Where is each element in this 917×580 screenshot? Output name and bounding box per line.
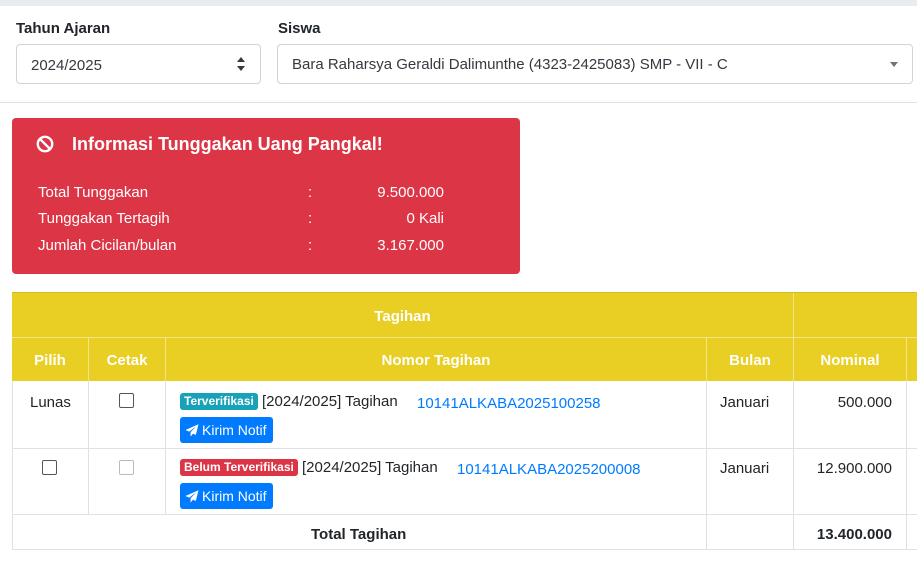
header-divider bbox=[793, 293, 794, 338]
grid-line bbox=[12, 448, 917, 449]
grid-line bbox=[12, 549, 917, 550]
siswa-select[interactable]: Bara Raharsya Geraldi Dalimunthe (4323-2… bbox=[277, 44, 913, 84]
ban-icon bbox=[36, 135, 54, 153]
col-header-bulan: Bulan bbox=[729, 352, 771, 369]
total-tagihan-value: 13.400.000 bbox=[816, 526, 892, 543]
grid-line bbox=[706, 381, 707, 550]
col-header-cetak: Cetak bbox=[106, 352, 148, 369]
alert-value: 9.500.000 bbox=[377, 184, 444, 201]
paper-plane-icon bbox=[185, 490, 199, 503]
paper-plane-icon bbox=[185, 424, 199, 437]
grid-line bbox=[12, 381, 13, 550]
pilih-checkbox[interactable] bbox=[42, 460, 57, 475]
nomor-tagihan-link[interactable]: 10141ALKABA2025100258 bbox=[417, 395, 601, 412]
alert-value: 3.167.000 bbox=[377, 237, 444, 254]
tagihan-table: Tagihan Pilih Cetak Nomor Tagihan Bulan … bbox=[12, 292, 917, 550]
tagihan-desc: [2024/2025] Tagihan bbox=[302, 459, 438, 476]
total-tagihan-label: Total Tagihan bbox=[311, 526, 407, 543]
alert-value: 0 Kali bbox=[406, 210, 444, 227]
tahun-ajaran-label: Tahun Ajaran bbox=[16, 20, 111, 37]
col-header-nominal: Nominal bbox=[820, 352, 880, 369]
alert-key: Total Tunggakan bbox=[38, 184, 149, 201]
header-divider bbox=[906, 338, 907, 382]
alert-title: Informasi Tunggakan Uang Pangkal! bbox=[72, 134, 383, 154]
kirim-notif-label: Kirim Notif bbox=[202, 488, 267, 504]
tagihan-desc: [2024/2025] Tagihan bbox=[262, 393, 398, 410]
cetak-checkbox[interactable] bbox=[119, 393, 134, 408]
alert-row-total: Total Tunggakan : 9.500.000 bbox=[38, 184, 444, 204]
kirim-notif-button[interactable]: Kirim Notif bbox=[180, 417, 273, 443]
tahun-ajaran-select[interactable]: 2024/2025 bbox=[16, 44, 261, 84]
nominal-cell: 12.900.000 bbox=[816, 460, 892, 477]
bulan-cell: Januari bbox=[720, 460, 770, 477]
sort-updown-icon bbox=[236, 56, 246, 72]
grid-line bbox=[793, 381, 794, 550]
kirim-notif-button[interactable]: Kirim Notif bbox=[180, 483, 273, 509]
caret-down-icon bbox=[890, 62, 898, 67]
table-column-headers: Pilih Cetak Nomor Tagihan Bulan Nominal bbox=[12, 337, 917, 382]
alert-key: Jumlah Cicilan/bulan bbox=[38, 237, 177, 254]
siswa-value: Bara Raharsya Geraldi Dalimunthe (4323-2… bbox=[292, 56, 728, 73]
pilih-status-lunas: Lunas bbox=[30, 394, 71, 411]
grid-line bbox=[906, 381, 907, 550]
alert-colon: : bbox=[308, 184, 313, 201]
alert-colon: : bbox=[308, 210, 313, 227]
status-badge-terverifikasi: Terverifikasi bbox=[180, 393, 258, 410]
status-badge-belum-terverifikasi: Belum Terverifikasi bbox=[180, 459, 298, 476]
alert-row-tertagih: Tunggakan Tertagih : 0 Kali bbox=[38, 210, 444, 230]
filter-bar: Tahun Ajaran 2024/2025 Siswa Bara Rahars… bbox=[0, 6, 917, 103]
alert-colon: : bbox=[308, 237, 313, 254]
kirim-notif-label: Kirim Notif bbox=[202, 422, 267, 438]
cetak-checkbox-disabled bbox=[119, 460, 134, 475]
col-header-nomor: Nomor Tagihan bbox=[381, 352, 491, 369]
table-group-header: Tagihan bbox=[12, 292, 917, 338]
tunggakan-alert: Informasi Tunggakan Uang Pangkal! Total … bbox=[12, 118, 520, 274]
alert-row-cicilan: Jumlah Cicilan/bulan : 3.167.000 bbox=[38, 237, 444, 257]
tahun-ajaran-value: 2024/2025 bbox=[31, 57, 102, 74]
group-header-tagihan: Tagihan bbox=[374, 308, 431, 325]
nomor-tagihan-link[interactable]: 10141ALKABA2025200008 bbox=[457, 461, 641, 478]
nominal-cell: 500.000 bbox=[837, 394, 892, 411]
siswa-label: Siswa bbox=[278, 20, 321, 37]
grid-line bbox=[12, 514, 917, 515]
alert-key: Tunggakan Tertagih bbox=[38, 210, 170, 227]
bulan-cell: Januari bbox=[720, 394, 770, 411]
col-header-pilih: Pilih bbox=[34, 352, 66, 369]
